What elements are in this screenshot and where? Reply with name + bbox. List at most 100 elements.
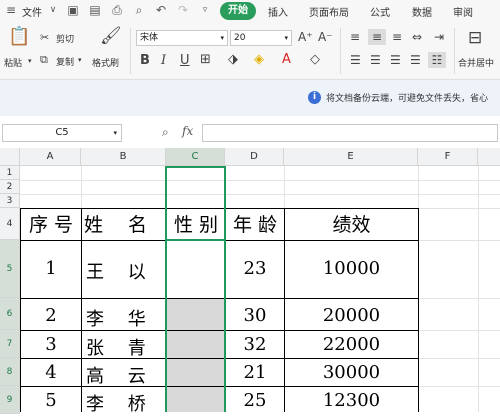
cell-performance[interactable]: 20000 — [285, 305, 418, 326]
more-icon[interactable]: ▿ — [198, 3, 212, 17]
undo-icon[interactable]: ↶ — [154, 3, 168, 17]
menu-bar: ≡ 文件 ∨ ▣ ▤ ⎙ ⌕ ↶ ↷ ▿ 开始 插入 页面布局 公式 数据 审阅 — [0, 0, 500, 24]
cell-seq[interactable]: 3 — [21, 334, 81, 355]
row-header-5[interactable]: 5 — [0, 240, 20, 298]
row-header-4[interactable]: 4 — [0, 208, 20, 240]
bold-button[interactable]: B — [140, 54, 150, 67]
cell-performance[interactable]: 10000 — [285, 258, 418, 279]
cell-age[interactable]: 25 — [226, 390, 284, 411]
align-left-icon[interactable]: ☰ — [350, 54, 361, 66]
format-painter-button[interactable]: 格式刷 — [92, 56, 119, 69]
row-header-8[interactable]: 8 — [0, 358, 20, 386]
hamburger-icon[interactable]: ≡ — [4, 3, 18, 17]
increase-font-icon[interactable]: A⁺ — [298, 31, 313, 43]
font-name-select[interactable]: 宋体 ▾ — [136, 30, 228, 46]
header-name[interactable]: 姓 名 — [84, 210, 164, 237]
backup-notice-bar: i 将文档备份云端，可避免文件丢失，省心 — [0, 80, 500, 116]
redo-icon[interactable]: ↷ — [176, 3, 190, 17]
row-header-7[interactable]: 7 — [0, 330, 20, 358]
header-performance[interactable]: 绩效 — [286, 210, 417, 237]
chevron-down-icon[interactable]: ∨ — [46, 3, 60, 17]
align-center-icon[interactable]: ☰ — [370, 54, 381, 66]
col-header-d[interactable]: D — [225, 148, 284, 166]
row-header-9[interactable]: 9 — [0, 386, 20, 414]
save-icon[interactable]: ▣ — [66, 3, 80, 17]
distribute-icon[interactable]: ☷ — [428, 52, 446, 68]
cell-name[interactable]: 张 青 — [86, 334, 166, 360]
col-header-g[interactable] — [478, 148, 500, 166]
cell-name[interactable]: 李 华 — [86, 305, 166, 331]
info-icon: i — [308, 91, 321, 104]
cell-name[interactable]: 李 桥 — [86, 390, 166, 416]
fx-button[interactable]: fx — [182, 124, 193, 138]
font-color-icon[interactable]: A — [282, 53, 291, 66]
italic-button[interactable]: I — [161, 54, 166, 67]
cell-age[interactable]: 21 — [226, 362, 284, 383]
tab-data[interactable]: 数据 — [412, 4, 432, 19]
gridline — [418, 358, 500, 359]
fill-pattern-icon[interactable]: ⬗ — [228, 53, 238, 66]
cell-age[interactable]: 32 — [226, 334, 284, 355]
gridline — [418, 330, 500, 331]
row-header-2[interactable]: 2 — [0, 180, 20, 194]
cell-name[interactable]: 高 云 — [86, 362, 166, 388]
underline-button[interactable]: U — [180, 54, 190, 67]
cell-name[interactable]: 王 以 — [86, 258, 166, 284]
decrease-font-icon[interactable]: A⁻ — [318, 31, 333, 43]
tab-page-layout[interactable]: 页面布局 — [309, 4, 349, 19]
paste-dropdown-icon[interactable]: ▾ — [28, 57, 32, 65]
orientation-icon[interactable]: ⇔ — [412, 31, 422, 43]
font-size-select[interactable]: 20 ▾ — [230, 30, 292, 46]
backup-notice-text[interactable]: 将文档备份云端，可避免文件丢失，省心 — [326, 91, 488, 104]
print-icon[interactable]: ⎙ — [110, 3, 124, 17]
paste-icon[interactable]: 📋 — [8, 28, 30, 46]
copy-dropdown-icon[interactable]: ▾ — [78, 56, 82, 64]
tab-formula[interactable]: 公式 — [370, 4, 390, 19]
cell-seq[interactable]: 2 — [21, 305, 81, 326]
cell-performance[interactable]: 12300 — [285, 390, 418, 411]
export-icon[interactable]: ▤ — [88, 3, 102, 17]
active-cell-c5[interactable] — [166, 240, 225, 298]
align-middle-icon[interactable]: ≡ — [368, 29, 386, 45]
table-border — [81, 208, 82, 412]
col-header-a[interactable]: A — [20, 148, 81, 166]
cell-performance[interactable]: 30000 — [285, 362, 418, 383]
align-right-icon[interactable]: ☰ — [390, 54, 401, 66]
row-header-6[interactable]: 6 — [0, 298, 20, 330]
clear-format-icon[interactable]: ◇ — [310, 53, 320, 66]
formula-input[interactable] — [202, 124, 498, 142]
cut-button[interactable]: 剪切 — [56, 32, 74, 45]
col-header-b[interactable]: B — [81, 148, 166, 166]
justify-icon[interactable]: ☰ — [410, 54, 421, 66]
row-header-1[interactable]: 1 — [0, 166, 20, 180]
col-header-e[interactable]: E — [284, 148, 418, 166]
zoom-search-icon[interactable]: ⌕ — [162, 125, 169, 140]
cell-seq[interactable]: 4 — [21, 362, 81, 383]
fill-color-icon[interactable]: ◈ — [254, 53, 264, 66]
cell-age[interactable]: 30 — [226, 305, 284, 326]
align-bottom-icon[interactable]: ≡ — [392, 31, 402, 43]
header-seq[interactable]: 序 号 — [22, 210, 80, 237]
cell-age[interactable]: 23 — [226, 258, 284, 279]
indent-icon[interactable]: ⇥ — [434, 31, 444, 43]
align-top-icon[interactable]: ≡ — [350, 31, 360, 43]
select-all-corner[interactable] — [0, 148, 20, 166]
col-header-f[interactable]: F — [418, 148, 478, 166]
row-header-3[interactable]: 3 — [0, 194, 20, 208]
cell-performance[interactable]: 22000 — [285, 334, 418, 355]
border-icon[interactable]: ⊞ — [200, 53, 211, 66]
tab-insert[interactable]: 插入 — [268, 4, 288, 19]
copy-button[interactable]: 复制 — [56, 55, 74, 68]
name-box[interactable]: C5 ▾ — [2, 124, 122, 142]
tab-review[interactable]: 审阅 — [453, 4, 473, 19]
cell-seq[interactable]: 1 — [21, 258, 81, 279]
col-header-c[interactable]: C — [166, 148, 225, 166]
merge-center-button[interactable]: 合并居中 — [458, 56, 494, 69]
file-menu[interactable]: 文件 — [22, 4, 42, 19]
header-age[interactable]: 年 龄 — [227, 210, 283, 237]
tab-start[interactable]: 开始 — [220, 2, 256, 20]
paste-button[interactable]: 粘贴 — [4, 56, 22, 69]
cell-seq[interactable]: 5 — [21, 390, 81, 411]
print-preview-icon[interactable]: ⌕ — [132, 3, 146, 17]
merge-cells-icon: ⊟ — [468, 28, 483, 48]
